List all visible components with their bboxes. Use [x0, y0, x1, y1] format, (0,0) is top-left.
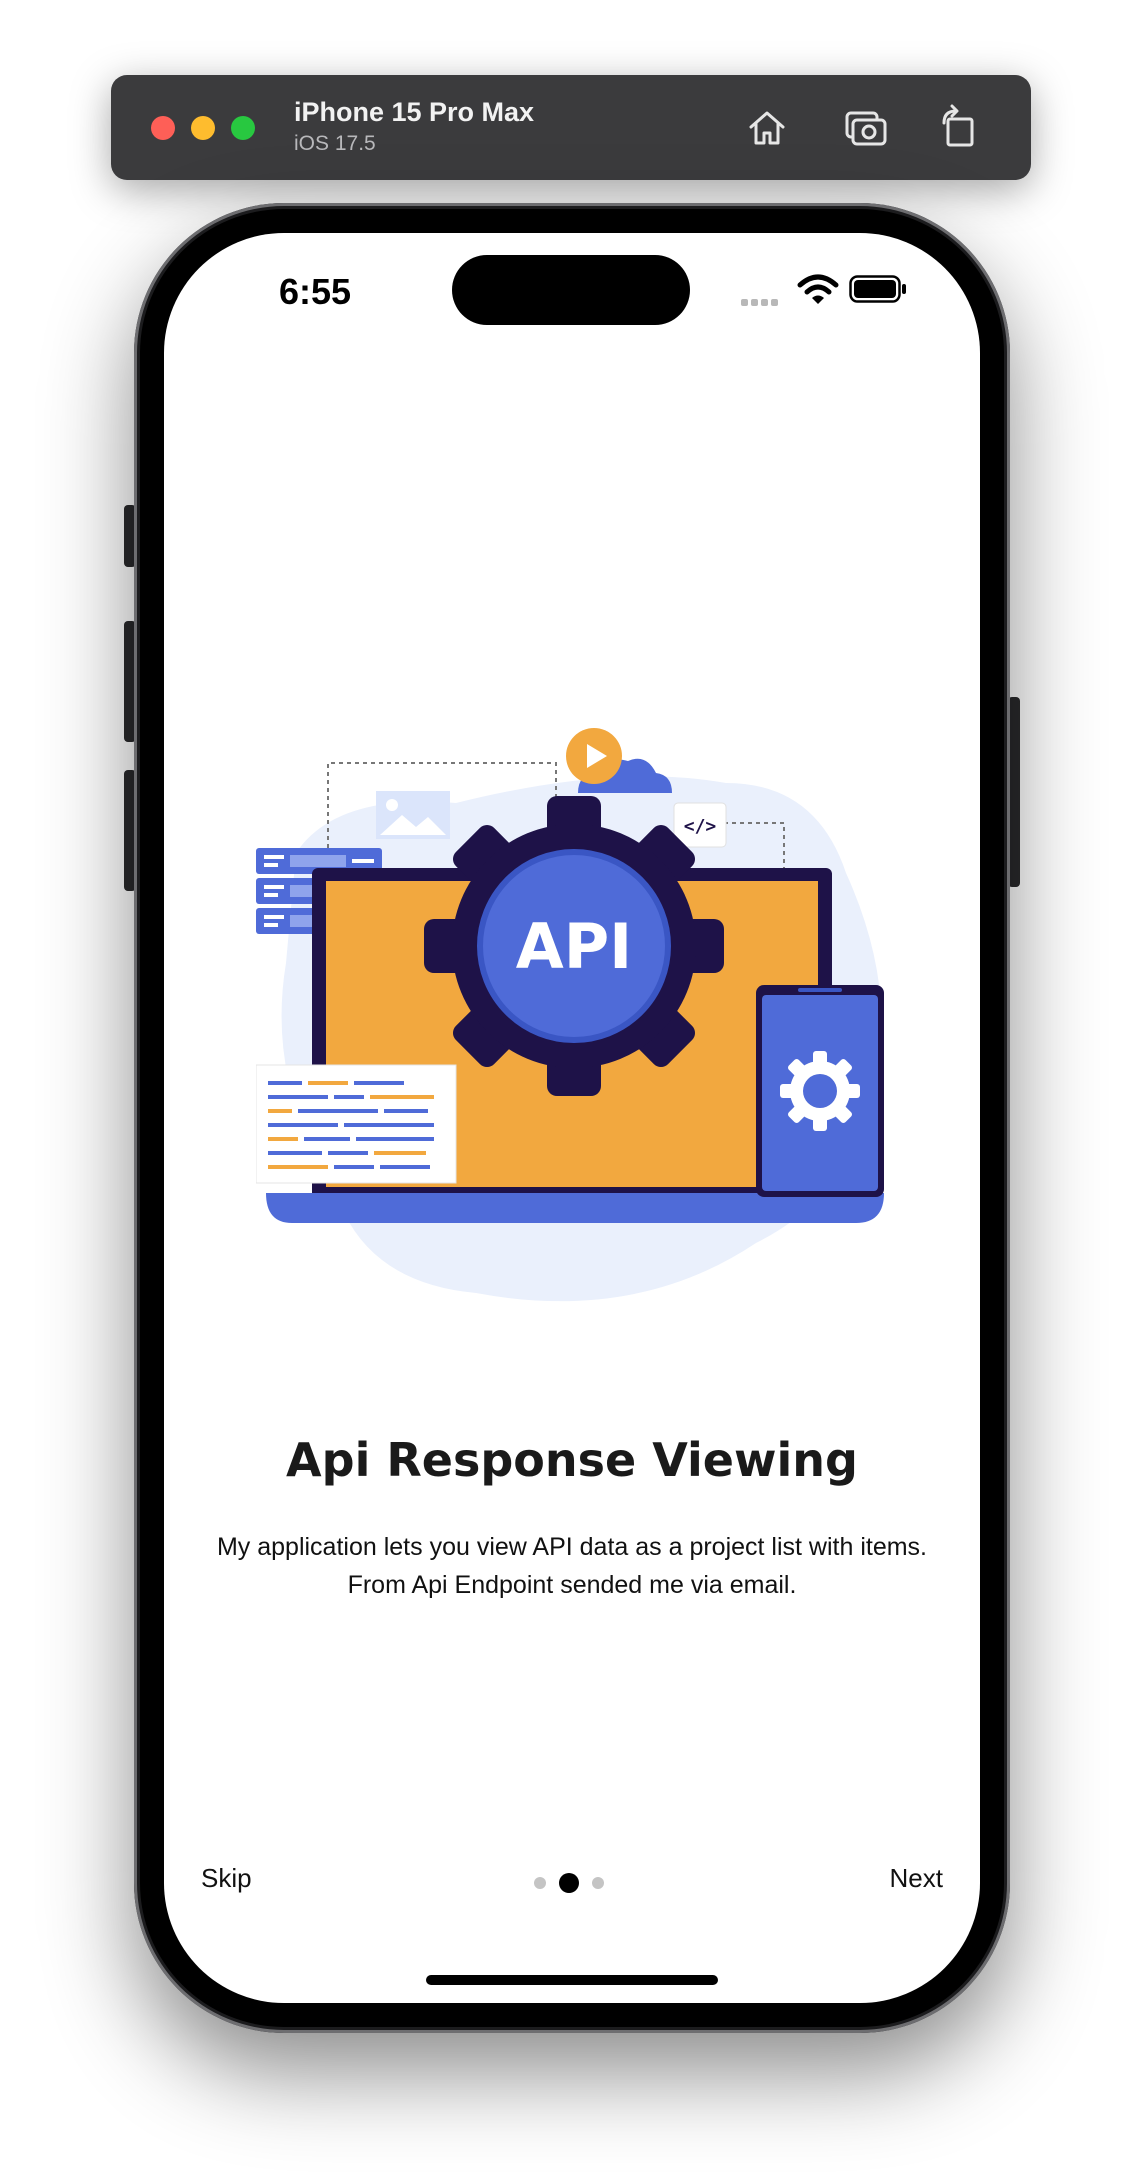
api-label: API	[516, 910, 633, 983]
home-indicator[interactable]	[426, 1975, 718, 1985]
skip-button[interactable]: Skip	[201, 1863, 252, 1894]
battery-icon	[849, 275, 907, 303]
dynamic-island	[452, 255, 690, 325]
status-time: 6:55	[279, 271, 352, 312]
page-dot-active[interactable]	[559, 1873, 579, 1893]
phone-screen: 6:55 </> API Api Response Viewing My app…	[164, 233, 980, 2003]
page-indicator[interactable]	[534, 1873, 614, 1893]
simulator-window: iPhone 15 Pro Max iOS 17.5 6:55 </> API …	[0, 0, 1142, 2184]
device-name: iPhone 15 Pro Max	[294, 97, 535, 127]
os-version: iOS 17.5	[294, 132, 376, 155]
page-dot[interactable]	[592, 1877, 604, 1889]
onboarding-title: Api Response Viewing	[286, 1433, 858, 1487]
home-icon[interactable]	[742, 103, 792, 153]
next-button[interactable]: Next	[890, 1863, 943, 1894]
description-line: My application lets you view API data as…	[216, 1533, 928, 1561]
onboarding-description: My application lets you view API data as…	[204, 1528, 940, 1604]
svg-text:</>: </>	[684, 816, 717, 837]
cellular-signal-icon	[741, 293, 781, 311]
api-illustration: </> API	[256, 728, 884, 1302]
page-dot[interactable]	[534, 1877, 546, 1889]
description-line: From Api Endpoint sended me via email.	[347, 1571, 797, 1599]
wifi-icon	[796, 273, 840, 307]
close-window-button[interactable]	[151, 116, 175, 140]
simulator-toolbar: iPhone 15 Pro Max iOS 17.5	[111, 75, 1031, 180]
rotate-icon[interactable]	[934, 103, 984, 153]
minimize-window-button[interactable]	[191, 116, 215, 140]
camera-icon[interactable]	[841, 103, 891, 153]
zoom-window-button[interactable]	[231, 116, 255, 140]
